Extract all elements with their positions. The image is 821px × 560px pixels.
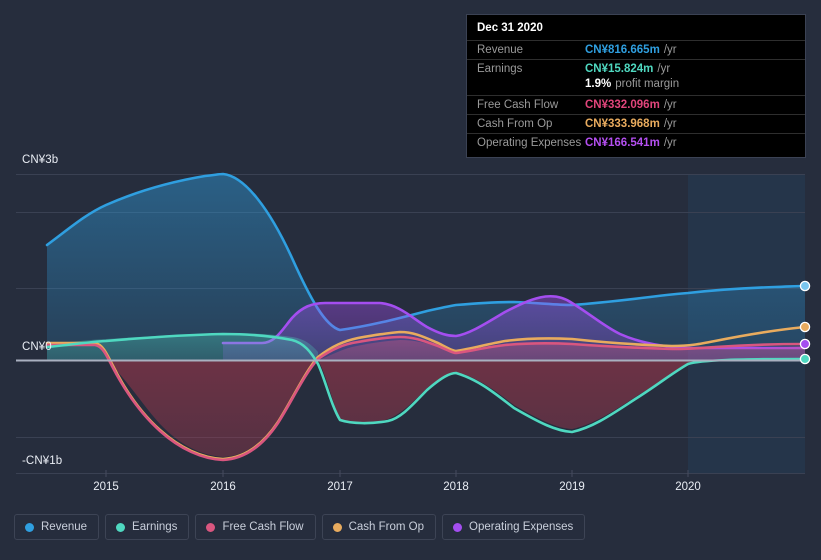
tooltip-label-earnings: Earnings bbox=[477, 63, 523, 75]
y-axis-label-top: CN¥3b bbox=[22, 154, 59, 166]
tooltip-unit-earnings: /yr bbox=[657, 63, 671, 75]
tooltip-value-operating-expenses: CN¥166.541m bbox=[585, 137, 660, 149]
tooltip-label-free-cash-flow: Free Cash Flow bbox=[477, 99, 559, 111]
legend-item-cash-from-op[interactable]: Cash From Op bbox=[321, 514, 437, 540]
tooltip-label-revenue: Revenue bbox=[477, 44, 524, 56]
tooltip-row-cash-from-op: Cash From Op CN¥333.968m /yr bbox=[467, 114, 805, 133]
tooltip-unit-revenue: /yr bbox=[663, 44, 677, 56]
tooltip-date: Dec 31 2020 bbox=[477, 22, 543, 34]
tooltip-row-revenue: Revenue CN¥816.665m /yr bbox=[467, 40, 805, 59]
y-axis-label-bottom: -CN¥1b bbox=[22, 455, 63, 467]
tooltip-row-profit-margin: 1.9% profit margin bbox=[467, 78, 805, 95]
endpoint-revenue bbox=[799, 280, 811, 292]
legend-label-cash-from-op: Cash From Op bbox=[348, 521, 425, 533]
x-axis-label-2016: 2016 bbox=[210, 481, 236, 493]
x-axis-label-2019: 2019 bbox=[559, 481, 585, 493]
legend-item-earnings[interactable]: Earnings bbox=[105, 514, 190, 540]
legend-label-free-cash-flow: Free Cash Flow bbox=[222, 521, 304, 533]
endpoint-earnings bbox=[799, 353, 811, 365]
endpoint-operating-expenses bbox=[799, 338, 811, 350]
legend-dot-earnings bbox=[116, 522, 126, 532]
legend-dot-revenue bbox=[25, 522, 34, 532]
legend-label-earnings: Earnings bbox=[132, 521, 178, 533]
legend-dot-cash-from-op bbox=[332, 522, 342, 532]
chart-legend: Revenue Earnings Free Cash Flow Cash Fro… bbox=[14, 514, 586, 540]
tooltip-row-earnings: Earnings CN¥15.824m /yr bbox=[467, 59, 805, 78]
chart-tooltip: Dec 31 2020 Revenue CN¥816.665m /yr Earn… bbox=[466, 14, 806, 158]
chart-page: CN¥3b CN¥0 -CN¥1b 2015 2016 2017 2018 20… bbox=[0, 0, 821, 560]
tooltip-profit-margin-label: profit margin bbox=[615, 78, 680, 90]
tooltip-profit-margin-value: 1.9% bbox=[585, 78, 612, 90]
legend-label-revenue: Revenue bbox=[41, 521, 88, 533]
tooltip-value-free-cash-flow: CN¥332.096m bbox=[585, 99, 660, 111]
x-axis-label-2018: 2018 bbox=[443, 481, 469, 493]
tooltip-value-revenue: CN¥816.665m bbox=[585, 44, 660, 56]
legend-dot-operating-expenses bbox=[453, 522, 463, 532]
tooltip-unit-operating-expenses: /yr bbox=[663, 137, 677, 149]
tooltip-label-cash-from-op: Cash From Op bbox=[477, 118, 553, 130]
endpoint-cash-from-op bbox=[799, 321, 811, 333]
tooltip-row-operating-expenses: Operating Expenses CN¥166.541m /yr bbox=[467, 133, 805, 152]
legend-label-operating-expenses: Operating Expenses bbox=[469, 521, 574, 533]
y-axis-label-zero: CN¥0 bbox=[22, 341, 52, 353]
tooltip-unit-cash-from-op: /yr bbox=[663, 118, 677, 130]
x-axis-label-2020: 2020 bbox=[675, 481, 701, 493]
tooltip-value-earnings: CN¥15.824m bbox=[585, 63, 654, 75]
tooltip-value-cash-from-op: CN¥333.968m bbox=[585, 118, 660, 130]
legend-item-operating-expenses[interactable]: Operating Expenses bbox=[442, 514, 586, 540]
legend-item-revenue[interactable]: Revenue bbox=[14, 514, 100, 540]
legend-dot-free-cash-flow bbox=[206, 522, 216, 532]
x-axis-label-2017: 2017 bbox=[327, 481, 353, 493]
tooltip-label-operating-expenses: Operating Expenses bbox=[477, 137, 582, 149]
x-axis-label-2015: 2015 bbox=[93, 481, 119, 493]
legend-item-free-cash-flow[interactable]: Free Cash Flow bbox=[195, 514, 316, 540]
tooltip-row-free-cash-flow: Free Cash Flow CN¥332.096m /yr bbox=[467, 95, 805, 114]
tooltip-unit-free-cash-flow: /yr bbox=[663, 99, 677, 111]
